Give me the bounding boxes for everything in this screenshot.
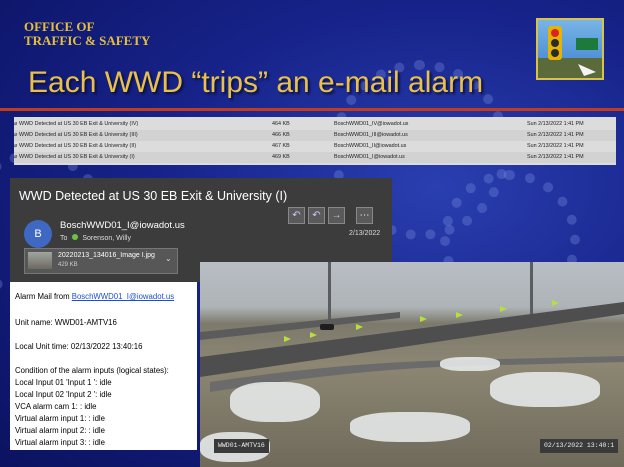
email-size: 466 KB [272, 132, 290, 138]
camera-timestamp-label: 02/13/2022 13:40:1 [540, 439, 619, 453]
detection-marker-icon [284, 336, 291, 342]
reply-all-button[interactable]: ↶ [308, 207, 325, 224]
detection-marker-icon [356, 324, 363, 330]
attachment-chip[interactable]: 20220213_134016_Image I.jpg 429 KB ⌄ [24, 248, 178, 274]
snow-patch [490, 372, 600, 407]
email-subject: WWD Detected at US 30 EB Exit & Universi… [19, 143, 137, 149]
office-name: OFFICE OF TRAFFIC & SAFETY [24, 20, 150, 48]
presence-icon [72, 234, 79, 240]
reply-all-icon: ↶ [312, 210, 321, 221]
more-icon: ⋯ [359, 210, 370, 221]
email-from: BoschWWD01_IV@iowadot.us [334, 121, 409, 127]
body-line-unit-name: Unit name: WWD01-AMTV16 [15, 318, 117, 327]
alarm-mail-prefix: Alarm Mail from [15, 292, 72, 301]
body-line-condition: Condition of the alarm inputs (logical s… [15, 366, 169, 375]
slide: OFFICE OF TRAFFIC & SAFETY Each WWD “tri… [0, 0, 624, 467]
snow-patch [440, 357, 500, 371]
recipient-name[interactable]: Sorenson, Willy [82, 235, 131, 242]
traffic-logo [536, 18, 604, 80]
email-list-row[interactable]: ⌀ WWD Detected at US 30 EB Exit & Univers… [14, 141, 616, 152]
to-label: To [60, 235, 68, 242]
attachment-size: 429 KB [58, 262, 78, 268]
body-line-virtual-1: Virtual alarm input 1: : idle [15, 414, 105, 423]
email-date: Sun 2/13/2022 1:41 PM [527, 154, 584, 160]
email-size: 469 KB [272, 154, 290, 160]
body-line-input-1: Local Input 01 'Input 1 ': idle [15, 378, 112, 387]
email-subject: WWD Detected at US 30 EB Exit & Universi… [19, 154, 135, 160]
accent-stripe [0, 108, 624, 111]
email-list-row[interactable]: ⌀ WWD Detected at US 30 EB Exit & Univers… [14, 119, 616, 130]
detection-marker-icon [310, 332, 317, 338]
sender-link[interactable]: BoschWWD01_I@iowadot.us [72, 292, 174, 301]
snow-patch [350, 412, 470, 442]
email-size: 467 KB [272, 143, 290, 149]
forward-icon: → [331, 210, 342, 221]
body-line-input-2: Local Input 02 'Input 2 ': idle [15, 390, 112, 399]
email-subject: WWD Detected at US 30 EB Exit & Universi… [19, 121, 139, 127]
reply-button[interactable]: ↶ [288, 207, 305, 224]
more-actions-button[interactable]: ⋯ [356, 207, 373, 224]
slide-title: Each WWD “trips” an e-mail alarm [28, 66, 484, 99]
email-from: BoschWWD01_II@iowadot.us [334, 143, 407, 149]
email-subject: WWD Detected at US 30 EB Exit & Universi… [19, 189, 288, 203]
detection-marker-icon [456, 312, 463, 318]
paperclip-icon: ⌀ [14, 132, 18, 138]
body-line-local-time: Local Unit time: 02/13/2022 13:40:16 [15, 342, 143, 351]
email-date: Sun 2/13/2022 1:41 PM [527, 132, 584, 138]
email-from: BoschWWD01_I@iowadot.us [334, 154, 405, 160]
body-line-alarm-mail: Alarm Mail from BoschWWD01_I@iowadot.us [15, 292, 174, 301]
detection-marker-icon [552, 300, 559, 306]
paperclip-icon: ⌀ [14, 154, 18, 160]
snow-patch [230, 382, 320, 422]
email-size: 464 KB [272, 121, 290, 127]
email-list: ⌀ WWD Detected at US 30 EB Exit & Univers… [14, 117, 616, 165]
email-from: BoschWWD01_III@iowadot.us [334, 132, 408, 138]
camera-id-label: WWD01-AMTV16 [214, 439, 269, 453]
paperclip-icon: ⌀ [14, 121, 18, 127]
email-list-row[interactable]: ⌀ WWD Detected at US 30 EB Exit & Univers… [14, 152, 616, 163]
reply-icon: ↶ [292, 210, 301, 221]
email-date: Sun 2/13/2022 1:41 PM [527, 143, 584, 149]
detection-marker-icon [420, 316, 427, 322]
email-date: Sun 2/13/2022 1:41 PM [527, 121, 584, 127]
body-line-vca: VCA alarm cam 1: : idle [15, 402, 97, 411]
chevron-down-icon[interactable]: ⌄ [165, 254, 172, 263]
body-line-virtual-3: Virtual alarm input 3: : idle [15, 438, 105, 447]
email-list-row[interactable]: ⌀ WWD Detected at US 30 EB Exit & Univers… [14, 130, 616, 141]
body-line-virtual-2: Virtual alarm input 2: : idle [15, 426, 105, 435]
avatar: B [24, 220, 52, 248]
email-subject: WWD Detected at US 30 EB Exit & Universi… [19, 132, 138, 138]
recipient-row: To Sorenson, Willy [60, 234, 131, 242]
office-line-1: OFFICE OF [24, 19, 95, 34]
paperclip-icon: ⌀ [14, 143, 18, 149]
email-body: Alarm Mail from BoschWWD01_I@iowadot.us … [10, 282, 197, 450]
sender-address[interactable]: BoschWWD01_I@iowadot.us [60, 220, 185, 231]
vehicle [320, 324, 334, 330]
detection-marker-icon [500, 306, 507, 312]
forward-button[interactable]: → [328, 207, 345, 224]
attachment-name: 20220213_134016_Image I.jpg [58, 252, 155, 259]
attachment-thumbnail [28, 252, 52, 269]
email-date: 2/13/2022 [349, 230, 381, 237]
office-line-2: TRAFFIC & SAFETY [24, 33, 151, 48]
camera-snapshot: WWD01-AMTV16 02/13/2022 13:40:1 [200, 262, 624, 467]
